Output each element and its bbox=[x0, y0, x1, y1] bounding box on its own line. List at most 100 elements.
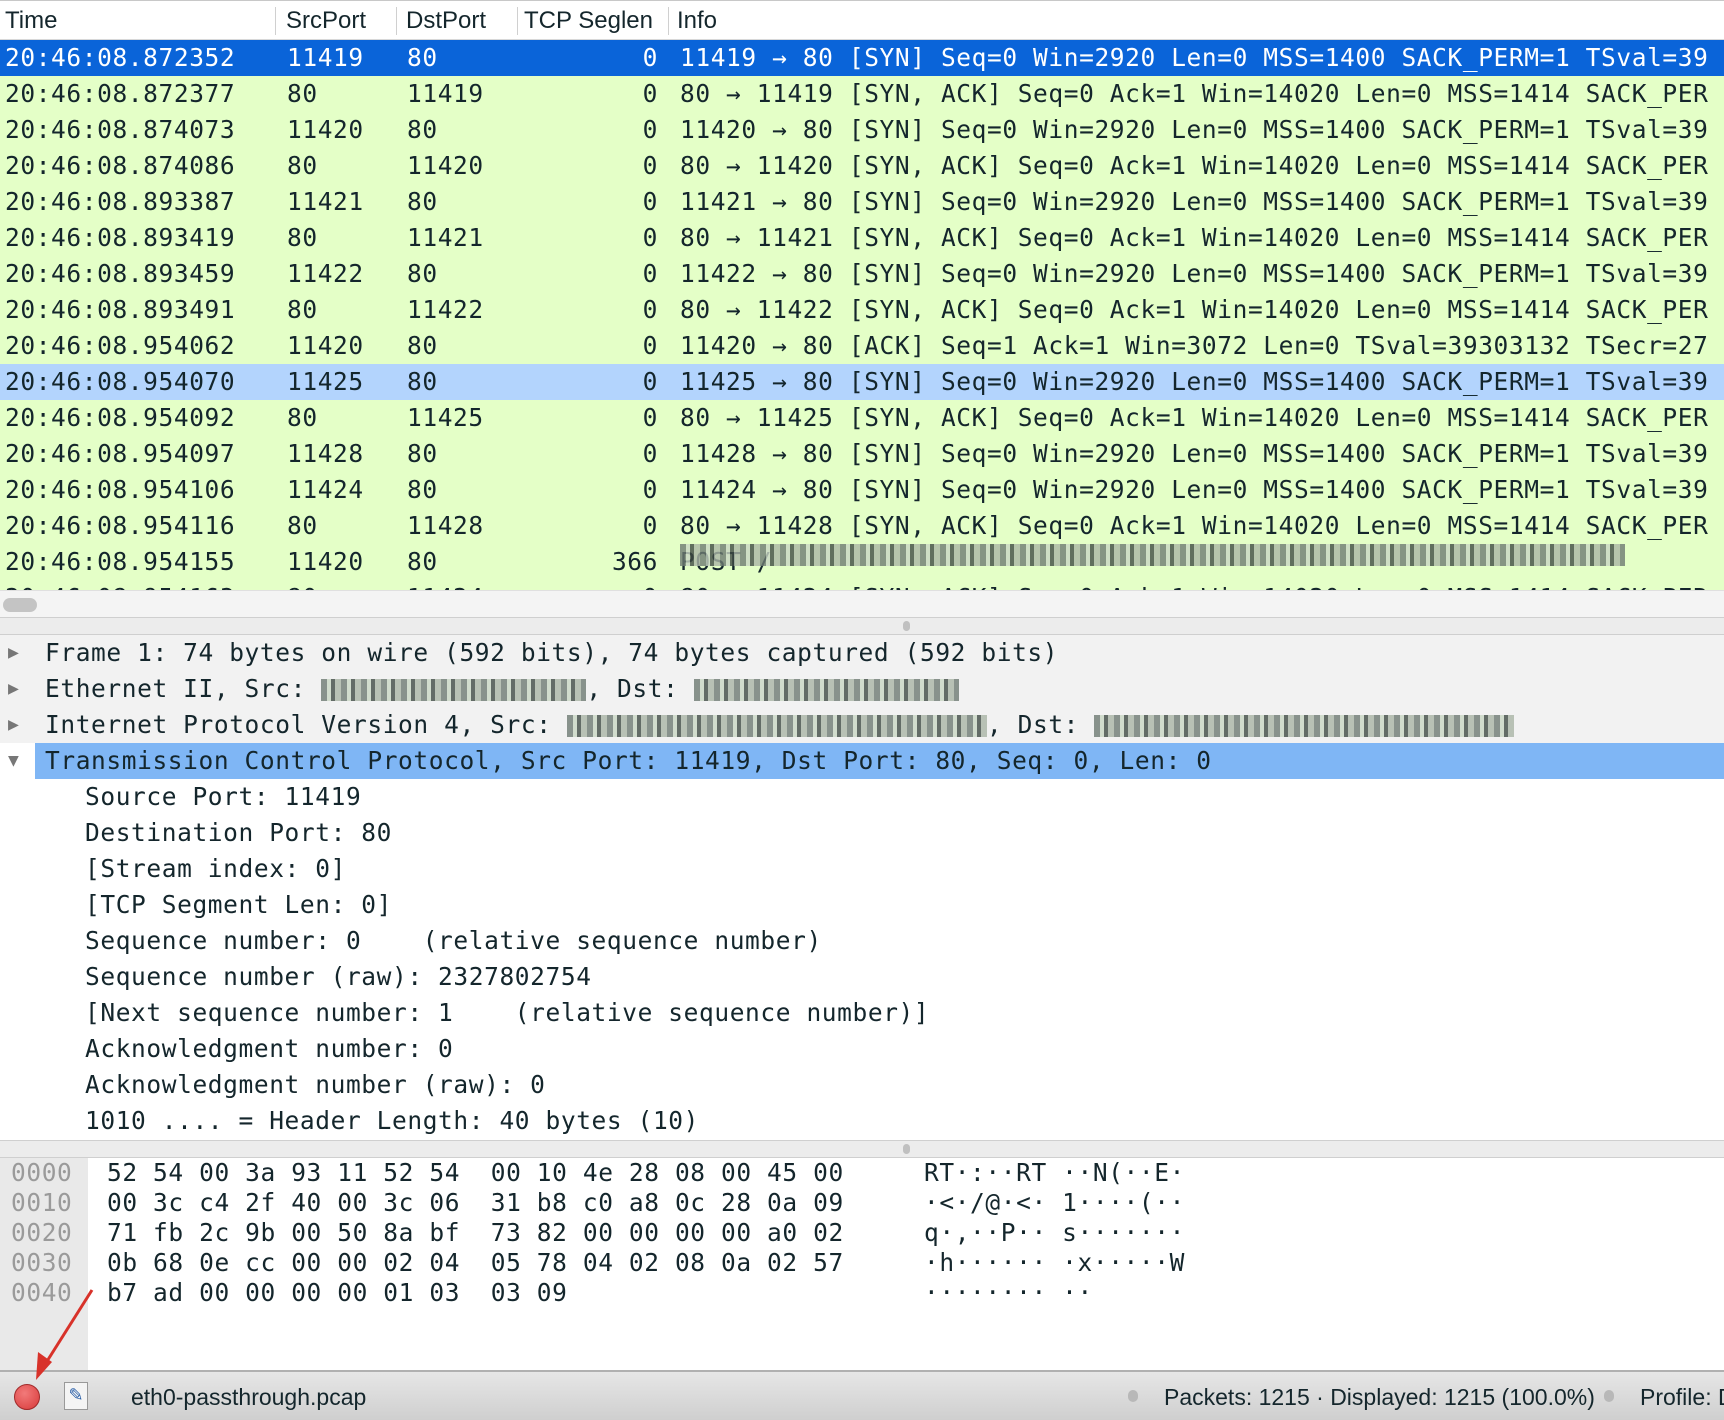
capture-comment-edit-icon[interactable]: ✎ bbox=[64, 1382, 88, 1410]
packet-row[interactable]: 20:46:08.893387 11421 80 0 11421 → 80 [SYN] … bbox=[0, 184, 1724, 220]
packet-srcport: 11420 bbox=[287, 547, 364, 576]
tree-item-field[interactable]: [TCP Segment Len: 0] bbox=[0, 887, 1724, 923]
hex-ascii[interactable]: ·<·/@·<· 1····(·· bbox=[924, 1188, 1185, 1218]
packet-time: 20:46:08.954092 bbox=[5, 403, 236, 432]
tree-item-label: [Stream index: 0] bbox=[85, 854, 346, 883]
packet-row[interactable]: 20:46:08.872352 11419 80 0 11419 → 80 [SYN] … bbox=[0, 40, 1724, 76]
expanded-triangle-icon[interactable]: ▼ bbox=[8, 743, 19, 779]
tree-item-field[interactable]: 1010 .... = Header Length: 40 bytes (10) bbox=[0, 1103, 1724, 1139]
tree-item-field[interactable]: Destination Port: 80 bbox=[0, 815, 1724, 851]
tree-item-field[interactable]: [Stream index: 0] bbox=[0, 851, 1724, 887]
packet-row[interactable]: 20:46:08.954062 11420 80 0 11420 → 80 [ACK] … bbox=[0, 328, 1724, 364]
packet-row[interactable]: 20:46:08.9541551142080366POST / bbox=[0, 544, 1724, 580]
scrollbar-thumb[interactable] bbox=[3, 598, 37, 612]
packet-row[interactable]: 20:46:08.893459 11422 80 0 11422 → 80 [SYN] … bbox=[0, 256, 1724, 292]
tree-item-text: Sequence number: 0 (relative sequence nu… bbox=[85, 923, 822, 959]
hex-ascii[interactable]: ········ ·· bbox=[924, 1278, 1093, 1308]
hex-offset: 0020 bbox=[11, 1218, 73, 1247]
redacted-value bbox=[693, 679, 959, 701]
packet-row[interactable]: 20:46:08.874073 11420 80 0 11420 → 80 [SYN] … bbox=[0, 112, 1724, 148]
packet-dstport: 11419 bbox=[407, 79, 484, 108]
packet-row[interactable]: 20:46:08.954106 11424 80 0 11424 → 80 [SYN] … bbox=[0, 472, 1724, 508]
collapsed-triangle-icon[interactable]: ▶ bbox=[8, 707, 19, 743]
tree-item-field[interactable]: Acknowledgment number (raw): 0 bbox=[0, 1067, 1724, 1103]
collapsed-triangle-icon[interactable]: ▶ bbox=[8, 671, 19, 707]
hex-row[interactable]: 0020 71 fb 2c 9b 00 50 8a bf 73 82 00 00 … bbox=[0, 1218, 1724, 1248]
packet-details-tree[interactable]: ▶ Frame 1: 74 bytes on wire (592 bits), 7… bbox=[0, 635, 1724, 1141]
packet-dstport: 80 bbox=[407, 367, 438, 396]
hex-row[interactable]: 0000 52 54 00 3a 93 11 52 54 00 10 4e 28 … bbox=[0, 1158, 1724, 1188]
tree-item-text: [Next sequence number: 1 (relative seque… bbox=[85, 995, 929, 1031]
packet-time: 20:46:08.954070 bbox=[5, 367, 236, 396]
hex-bytes[interactable]: 0b 68 0e cc 00 00 02 04 05 78 04 02 08 0… bbox=[107, 1248, 844, 1278]
packet-dstport: 80 bbox=[407, 187, 438, 216]
packet-info-text: 80 → 11424 [SYN, ACK] Seq=0 Ack=1 Win=14… bbox=[680, 580, 1708, 590]
packet-row[interactable]: 20:46:08.893491 80 11422 0 80 → 11422 [SYN, … bbox=[0, 292, 1724, 328]
profile-selector[interactable]: Profile: D bbox=[1640, 1384, 1724, 1411]
column-divider[interactable] bbox=[275, 7, 276, 35]
capture-record-icon[interactable] bbox=[14, 1384, 40, 1410]
packet-row[interactable]: 20:46:08.954070 11425 80 0 11425 → 80 [SYN] … bbox=[0, 364, 1724, 400]
tree-item-header[interactable]: ▶ Ethernet II, Src: , Dst: bbox=[0, 671, 1724, 707]
column-divider[interactable] bbox=[517, 7, 518, 35]
tree-item-text: Source Port: 11419 bbox=[85, 779, 361, 815]
packet-srcport: 11419 bbox=[287, 43, 364, 72]
packet-list[interactable]: Time SrcPort DstPort TCP Seglen Info 20:… bbox=[0, 0, 1724, 590]
hex-ascii[interactable]: RT·:··RT ··N(··E· bbox=[924, 1158, 1185, 1188]
hex-offset: 0000 bbox=[11, 1158, 73, 1187]
tree-item-field[interactable]: Sequence number: 0 (relative sequence nu… bbox=[0, 923, 1724, 959]
tree-item-field[interactable]: Sequence number (raw): 2327802754 bbox=[0, 959, 1724, 995]
hex-row[interactable]: 0010 00 3c c4 2f 40 00 3c 06 31 b8 c0 a8 … bbox=[0, 1188, 1724, 1218]
hex-ascii[interactable]: q·,··P·· s······· bbox=[924, 1218, 1185, 1248]
hex-row[interactable]: 0030 0b 68 0e cc 00 00 02 04 05 78 04 02 … bbox=[0, 1248, 1724, 1278]
packet-row[interactable]: 20:46:08.954116 80 11428 0 80 → 11428 [SYN, … bbox=[0, 508, 1724, 544]
packet-tcp-seglen: 0 bbox=[642, 259, 658, 288]
hex-bytes[interactable]: 00 3c c4 2f 40 00 3c 06 31 b8 c0 a8 0c 2… bbox=[107, 1188, 844, 1218]
hex-bytes[interactable]: 52 54 00 3a 93 11 52 54 00 10 4e 28 08 0… bbox=[107, 1158, 844, 1188]
packet-dstport: 80 bbox=[407, 331, 438, 360]
column-header-srcport[interactable]: SrcPort bbox=[286, 7, 366, 35]
tree-item-header[interactable]: ▼ Transmission Control Protocol, Src Port… bbox=[8, 743, 1724, 779]
hex-bytes[interactable]: b7 ad 00 00 00 00 01 03 03 09 bbox=[107, 1278, 568, 1308]
packet-tcp-seglen: 0 bbox=[642, 43, 658, 72]
column-divider[interactable] bbox=[396, 7, 397, 35]
packet-row[interactable]: 20:46:08.954097 11428 80 0 11428 → 80 [SYN] … bbox=[0, 436, 1724, 472]
column-header-info[interactable]: Info bbox=[677, 7, 717, 35]
pane-splitter[interactable] bbox=[0, 617, 1724, 635]
packet-info-text: 80 → 11420 [SYN, ACK] Seq=0 Ack=1 Win=14… bbox=[680, 151, 1709, 180]
column-header-tcp-seglen[interactable]: TCP Seglen bbox=[524, 7, 653, 35]
packet-row[interactable]: 20:46:08.893419 80 11421 0 80 → 11421 [SYN, … bbox=[0, 220, 1724, 256]
packet-tcp-seglen: 0 bbox=[642, 331, 658, 360]
tree-item-text: 1010 .... = Header Length: 40 bytes (10) bbox=[85, 1103, 699, 1139]
splitter-handle-icon[interactable] bbox=[903, 1144, 910, 1154]
pane-splitter[interactable] bbox=[0, 1140, 1724, 1158]
column-header-dstport[interactable]: DstPort bbox=[406, 7, 486, 35]
column-header-time[interactable]: Time bbox=[5, 7, 57, 35]
tree-item-header[interactable]: ▶ Frame 1: 74 bytes on wire (592 bits), 7… bbox=[0, 635, 1724, 671]
packet-row[interactable]: 20:46:08.954163 80 11424 0 80 → 11424 [SYN, … bbox=[0, 580, 1724, 590]
packet-tcp-seglen: 0 bbox=[642, 151, 658, 180]
packet-row[interactable]: 20:46:08.954092 80 11425 0 80 → 11425 [SYN, … bbox=[0, 400, 1724, 436]
hex-row[interactable]: 0040 b7 ad 00 00 00 00 01 03 03 09 ·······… bbox=[0, 1278, 1724, 1308]
collapsed-triangle-icon[interactable]: ▶ bbox=[8, 635, 19, 671]
splitter-handle-icon[interactable] bbox=[903, 621, 910, 631]
column-divider[interactable] bbox=[668, 7, 669, 35]
packet-tcp-seglen: 0 bbox=[643, 580, 658, 590]
packet-row[interactable]: 20:46:08.874086 80 11420 0 80 → 11420 [SYN, … bbox=[0, 148, 1724, 184]
packet-tcp-seglen: 0 bbox=[642, 115, 658, 144]
horizontal-scrollbar[interactable] bbox=[0, 590, 1724, 618]
tree-item-field[interactable]: Acknowledgment number: 0 bbox=[0, 1031, 1724, 1067]
tree-item-header[interactable]: ▶ Internet Protocol Version 4, Src: , Dst… bbox=[0, 707, 1724, 743]
packet-time: 20:46:08.893419 bbox=[5, 223, 236, 252]
packet-info-text: 80 → 11428 [SYN, ACK] Seq=0 Ack=1 Win=14… bbox=[680, 511, 1709, 540]
tree-item-field[interactable]: [Next sequence number: 1 (relative seque… bbox=[0, 995, 1724, 1031]
packet-bytes-pane[interactable]: 0000 52 54 00 3a 93 11 52 54 00 10 4e 28 … bbox=[0, 1158, 1724, 1370]
packet-dstport: 80 bbox=[407, 115, 438, 144]
tree-item-field[interactable]: Source Port: 11419 bbox=[0, 779, 1724, 815]
hex-ascii[interactable]: ·h······ ·x·····W bbox=[924, 1248, 1185, 1278]
packet-tcp-seglen: 0 bbox=[642, 223, 658, 252]
hex-bytes[interactable]: 71 fb 2c 9b 00 50 8a bf 73 82 00 00 00 0… bbox=[107, 1218, 844, 1248]
packet-info-text: 80 → 11422 [SYN, ACK] Seq=0 Ack=1 Win=14… bbox=[680, 295, 1709, 324]
packet-row[interactable]: 20:46:08.872377 80 11419 0 80 → 11419 [SYN, … bbox=[0, 76, 1724, 112]
packet-tcp-seglen: 0 bbox=[642, 439, 658, 468]
